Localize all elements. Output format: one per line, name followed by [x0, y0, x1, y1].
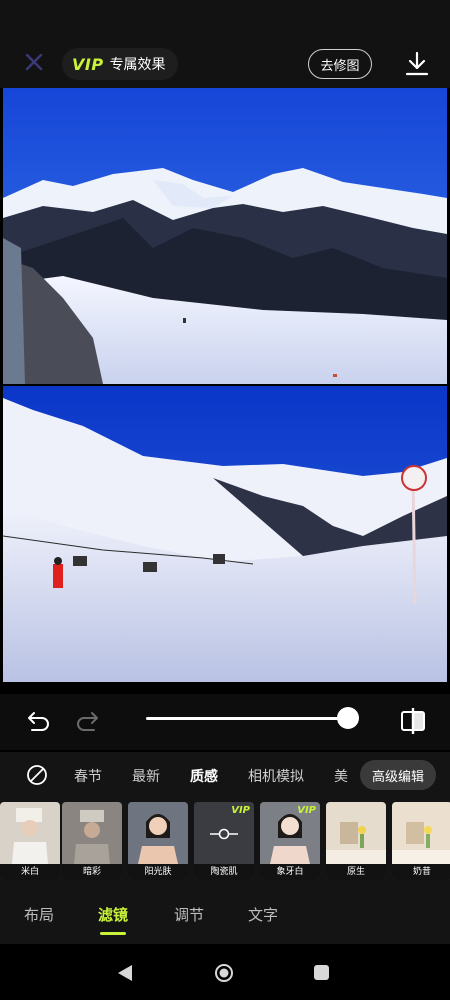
remove-watermark-button[interactable]: 去修图 [308, 49, 372, 79]
filter-thumb-original[interactable]: 原生 [326, 802, 386, 880]
landscape-photo-top [3, 88, 447, 384]
intensity-slider[interactable] [146, 717, 348, 720]
undo-icon[interactable] [24, 710, 50, 734]
active-tab-indicator [100, 932, 126, 935]
edit-controls [0, 694, 450, 750]
filter-thumb-sunlight-skin[interactable]: 阳光肤 [128, 802, 188, 880]
tab-latest[interactable]: 最新 [132, 766, 160, 786]
recent-apps-icon[interactable] [314, 965, 329, 980]
filter-label: 原生 [326, 864, 386, 880]
still-life-thumbnail [326, 802, 386, 864]
tab-beauty[interactable]: 美 [334, 766, 348, 786]
back-icon[interactable] [117, 964, 133, 982]
vip-effect-label: 专属效果 [109, 57, 166, 73]
landscape-photo-bottom [3, 386, 447, 682]
compare-icon[interactable] [398, 706, 428, 736]
bottom-tabs: 布局 滤镜 调节 文字 [0, 884, 450, 944]
no-filter-icon[interactable] [26, 764, 48, 786]
filter-label: 暗彩 [62, 864, 122, 880]
photo-bottom[interactable] [3, 386, 447, 682]
redo-icon[interactable] [76, 710, 102, 734]
filter-label: 陶瓷肌 [194, 864, 254, 880]
filter-thumb-ivory-white[interactable]: VIP 象牙白 [260, 802, 320, 880]
still-life-thumbnail [392, 802, 450, 864]
tab-spring-festival[interactable]: 春节 [74, 766, 102, 786]
filter-thumb-milkshake[interactable]: 奶昔 [392, 802, 450, 880]
intensity-slider-thumb[interactable] [337, 707, 359, 729]
filter-label: 阳光肤 [128, 864, 188, 880]
vip-tag: VIP [72, 54, 104, 74]
tab-layout[interactable]: 布局 [24, 904, 54, 925]
tab-texture[interactable]: 质感 [190, 766, 218, 786]
advanced-edit-button[interactable]: 高级编辑 [360, 760, 436, 790]
vip-tag: VIP [297, 805, 316, 816]
portrait-thumbnail [0, 802, 60, 864]
tab-adjust[interactable]: 调节 [174, 904, 204, 925]
tab-text[interactable]: 文字 [248, 904, 278, 925]
filter-label: 象牙白 [260, 864, 320, 880]
close-icon[interactable] [24, 52, 44, 72]
filter-thumb-ancai[interactable]: 暗彩 [62, 802, 122, 880]
top-bar: VIP 专属效果 去修图 [0, 0, 450, 88]
vip-tag: VIP [231, 805, 250, 816]
filter-thumb-porcelain-skin[interactable]: VIP 陶瓷肌 [194, 802, 254, 880]
portrait-thumbnail [62, 802, 122, 864]
filter-label: 米白 [0, 864, 60, 880]
photo-top[interactable] [3, 88, 447, 384]
tab-filter[interactable]: 滤镜 [98, 904, 128, 925]
portrait-thumbnail [128, 802, 188, 864]
filter-strip: 米白 暗彩 阳光肤 VIP 陶瓷肌 VIP 象牙白 原生 奶昔 [0, 798, 450, 884]
tab-camera-simulation[interactable]: 相机模拟 [248, 766, 304, 786]
system-navigation-bar [0, 944, 450, 1000]
home-icon[interactable] [214, 963, 234, 983]
photo-canvas[interactable] [0, 88, 450, 694]
filter-category-tabs: 春节 最新 质感 相机模拟 美 高级编辑 [0, 752, 450, 798]
vip-effect-badge[interactable]: VIP 专属效果 [62, 48, 178, 80]
download-icon[interactable] [404, 50, 430, 78]
filter-thumb-mibai[interactable]: 米白 [0, 802, 60, 880]
filter-label: 奶昔 [392, 864, 450, 880]
